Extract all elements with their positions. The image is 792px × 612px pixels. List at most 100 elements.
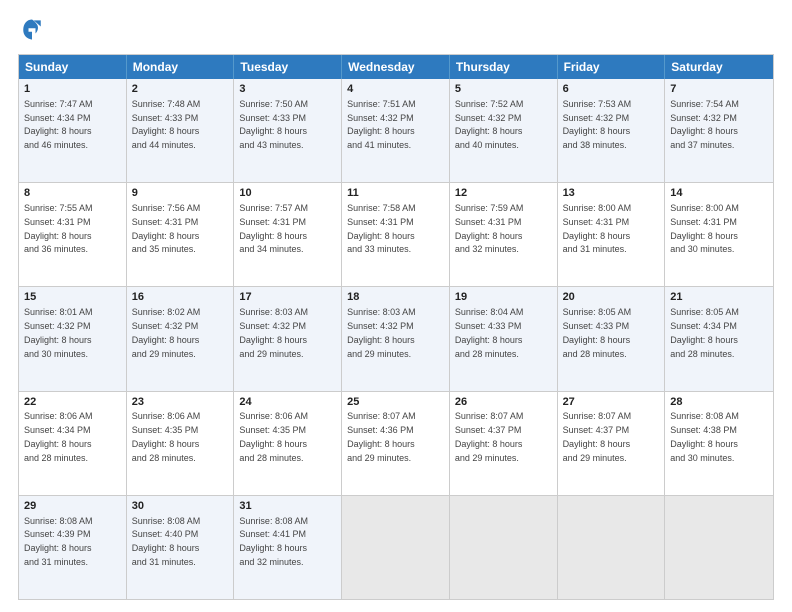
cell-info: Sunrise: 8:00 AMSunset: 4:31 PMDaylight:… [670, 203, 739, 254]
day-number: 11 [347, 186, 444, 201]
empty-cell [450, 496, 558, 599]
header-day-wednesday: Wednesday [342, 55, 450, 79]
day-cell-7: 7 Sunrise: 7:54 AMSunset: 4:32 PMDaylight… [665, 79, 773, 182]
day-cell-17: 17 Sunrise: 8:03 AMSunset: 4:32 PMDayligh… [234, 287, 342, 390]
cell-info: Sunrise: 7:54 AMSunset: 4:32 PMDaylight:… [670, 99, 739, 150]
day-number: 14 [670, 186, 768, 201]
header-day-sunday: Sunday [19, 55, 127, 79]
empty-cell [665, 496, 773, 599]
day-cell-29: 29 Sunrise: 8:08 AMSunset: 4:39 PMDayligh… [19, 496, 127, 599]
header [18, 16, 774, 44]
day-cell-4: 4 Sunrise: 7:51 AMSunset: 4:32 PMDaylight… [342, 79, 450, 182]
day-number: 9 [132, 186, 229, 201]
cell-info: Sunrise: 8:06 AMSunset: 4:35 PMDaylight:… [239, 411, 308, 462]
day-cell-8: 8Sunrise: 7:55 AMSunset: 4:31 PMDaylight… [19, 183, 127, 286]
day-number: 29 [24, 499, 121, 514]
header-day-saturday: Saturday [665, 55, 773, 79]
cell-info: Sunrise: 8:05 AMSunset: 4:34 PMDaylight:… [670, 307, 739, 358]
day-number: 17 [239, 290, 336, 305]
day-cell-13: 13 Sunrise: 8:00 AMSunset: 4:31 PMDayligh… [558, 183, 666, 286]
page: SundayMondayTuesdayWednesdayThursdayFrid… [0, 0, 792, 612]
day-number: 5 [455, 82, 552, 97]
header-day-tuesday: Tuesday [234, 55, 342, 79]
day-number: 26 [455, 395, 552, 410]
day-cell-10: 10Sunrise: 7:57 AMSunset: 4:31 PMDayligh… [234, 183, 342, 286]
cell-info: Sunrise: 7:52 AMSunset: 4:32 PMDaylight:… [455, 99, 524, 150]
day-number: 8 [24, 186, 121, 201]
cell-info: Sunrise: 7:51 AMSunset: 4:32 PMDaylight:… [347, 99, 416, 150]
day-number: 24 [239, 395, 336, 410]
day-number: 25 [347, 395, 444, 410]
day-number: 20 [563, 290, 660, 305]
cell-info: Sunrise: 7:53 AMSunset: 4:32 PMDaylight:… [563, 99, 632, 150]
cell-info: Sunrise: 7:58 AMSunset: 4:31 PMDaylight:… [347, 203, 416, 254]
day-number: 16 [132, 290, 229, 305]
day-number: 3 [239, 82, 336, 97]
day-cell-25: 25Sunrise: 8:07 AMSunset: 4:36 PMDayligh… [342, 392, 450, 495]
day-cell-20: 20 Sunrise: 8:05 AMSunset: 4:33 PMDayligh… [558, 287, 666, 390]
day-cell-24: 24Sunrise: 8:06 AMSunset: 4:35 PMDayligh… [234, 392, 342, 495]
day-cell-16: 16 Sunrise: 8:02 AMSunset: 4:32 PMDayligh… [127, 287, 235, 390]
day-cell-11: 11 Sunrise: 7:58 AMSunset: 4:31 PMDayligh… [342, 183, 450, 286]
cell-info: Sunrise: 8:05 AMSunset: 4:33 PMDaylight:… [563, 307, 632, 358]
day-cell-27: 27Sunrise: 8:07 AMSunset: 4:37 PMDayligh… [558, 392, 666, 495]
logo [18, 16, 50, 44]
day-cell-28: 28Sunrise: 8:08 AMSunset: 4:38 PMDayligh… [665, 392, 773, 495]
header-day-thursday: Thursday [450, 55, 558, 79]
day-number: 1 [24, 82, 121, 97]
empty-cell [558, 496, 666, 599]
week-row-5: 29 Sunrise: 8:08 AMSunset: 4:39 PMDayligh… [19, 495, 773, 599]
day-cell-30: 30 Sunrise: 8:08 AMSunset: 4:40 PMDayligh… [127, 496, 235, 599]
week-row-3: 15 Sunrise: 8:01 AMSunset: 4:32 PMDayligh… [19, 286, 773, 390]
day-number: 19 [455, 290, 552, 305]
cell-info: Sunrise: 8:01 AMSunset: 4:32 PMDaylight:… [24, 307, 93, 358]
cell-info: Sunrise: 8:06 AMSunset: 4:34 PMDaylight:… [24, 411, 93, 462]
calendar-body: 1 Sunrise: 7:47 AMSunset: 4:34 PMDaylight… [19, 79, 773, 599]
cell-info: Sunrise: 8:08 AMSunset: 4:39 PMDaylight:… [24, 516, 93, 567]
day-cell-1: 1 Sunrise: 7:47 AMSunset: 4:34 PMDaylight… [19, 79, 127, 182]
header-day-friday: Friday [558, 55, 666, 79]
cell-info: Sunrise: 8:07 AMSunset: 4:36 PMDaylight:… [347, 411, 416, 462]
cell-info: Sunrise: 8:08 AMSunset: 4:41 PMDaylight:… [239, 516, 308, 567]
day-cell-23: 23Sunrise: 8:06 AMSunset: 4:35 PMDayligh… [127, 392, 235, 495]
day-cell-3: 3 Sunrise: 7:50 AMSunset: 4:33 PMDaylight… [234, 79, 342, 182]
cell-info: Sunrise: 7:50 AMSunset: 4:33 PMDaylight:… [239, 99, 308, 150]
empty-cell [342, 496, 450, 599]
cell-info: Sunrise: 7:47 AMSunset: 4:34 PMDaylight:… [24, 99, 93, 150]
calendar: SundayMondayTuesdayWednesdayThursdayFrid… [18, 54, 774, 600]
day-number: 10 [239, 186, 336, 201]
cell-info: Sunrise: 8:03 AMSunset: 4:32 PMDaylight:… [239, 307, 308, 358]
day-number: 4 [347, 82, 444, 97]
cell-info: Sunrise: 8:08 AMSunset: 4:40 PMDaylight:… [132, 516, 201, 567]
day-cell-18: 18 Sunrise: 8:03 AMSunset: 4:32 PMDayligh… [342, 287, 450, 390]
cell-info: Sunrise: 8:04 AMSunset: 4:33 PMDaylight:… [455, 307, 524, 358]
week-row-4: 22Sunrise: 8:06 AMSunset: 4:34 PMDayligh… [19, 391, 773, 495]
cell-info: Sunrise: 8:07 AMSunset: 4:37 PMDaylight:… [455, 411, 524, 462]
day-number: 2 [132, 82, 229, 97]
day-number: 27 [563, 395, 660, 410]
calendar-header: SundayMondayTuesdayWednesdayThursdayFrid… [19, 55, 773, 79]
day-cell-31: 31 Sunrise: 8:08 AMSunset: 4:41 PMDayligh… [234, 496, 342, 599]
day-cell-9: 9Sunrise: 7:56 AMSunset: 4:31 PMDaylight… [127, 183, 235, 286]
day-number: 18 [347, 290, 444, 305]
day-cell-5: 5 Sunrise: 7:52 AMSunset: 4:32 PMDaylight… [450, 79, 558, 182]
day-number: 15 [24, 290, 121, 305]
day-number: 13 [563, 186, 660, 201]
day-number: 22 [24, 395, 121, 410]
day-number: 21 [670, 290, 768, 305]
cell-info: Sunrise: 8:02 AMSunset: 4:32 PMDaylight:… [132, 307, 201, 358]
day-number: 28 [670, 395, 768, 410]
logo-icon [18, 16, 46, 44]
day-number: 30 [132, 499, 229, 514]
day-cell-12: 12Sunrise: 7:59 AMSunset: 4:31 PMDayligh… [450, 183, 558, 286]
day-number: 31 [239, 499, 336, 514]
cell-info: Sunrise: 8:00 AMSunset: 4:31 PMDaylight:… [563, 203, 632, 254]
cell-info: Sunrise: 8:07 AMSunset: 4:37 PMDaylight:… [563, 411, 632, 462]
day-cell-14: 14 Sunrise: 8:00 AMSunset: 4:31 PMDayligh… [665, 183, 773, 286]
day-cell-22: 22Sunrise: 8:06 AMSunset: 4:34 PMDayligh… [19, 392, 127, 495]
cell-info: Sunrise: 8:03 AMSunset: 4:32 PMDaylight:… [347, 307, 416, 358]
day-cell-26: 26Sunrise: 8:07 AMSunset: 4:37 PMDayligh… [450, 392, 558, 495]
cell-info: Sunrise: 7:59 AMSunset: 4:31 PMDaylight:… [455, 203, 524, 254]
header-day-monday: Monday [127, 55, 235, 79]
day-number: 7 [670, 82, 768, 97]
